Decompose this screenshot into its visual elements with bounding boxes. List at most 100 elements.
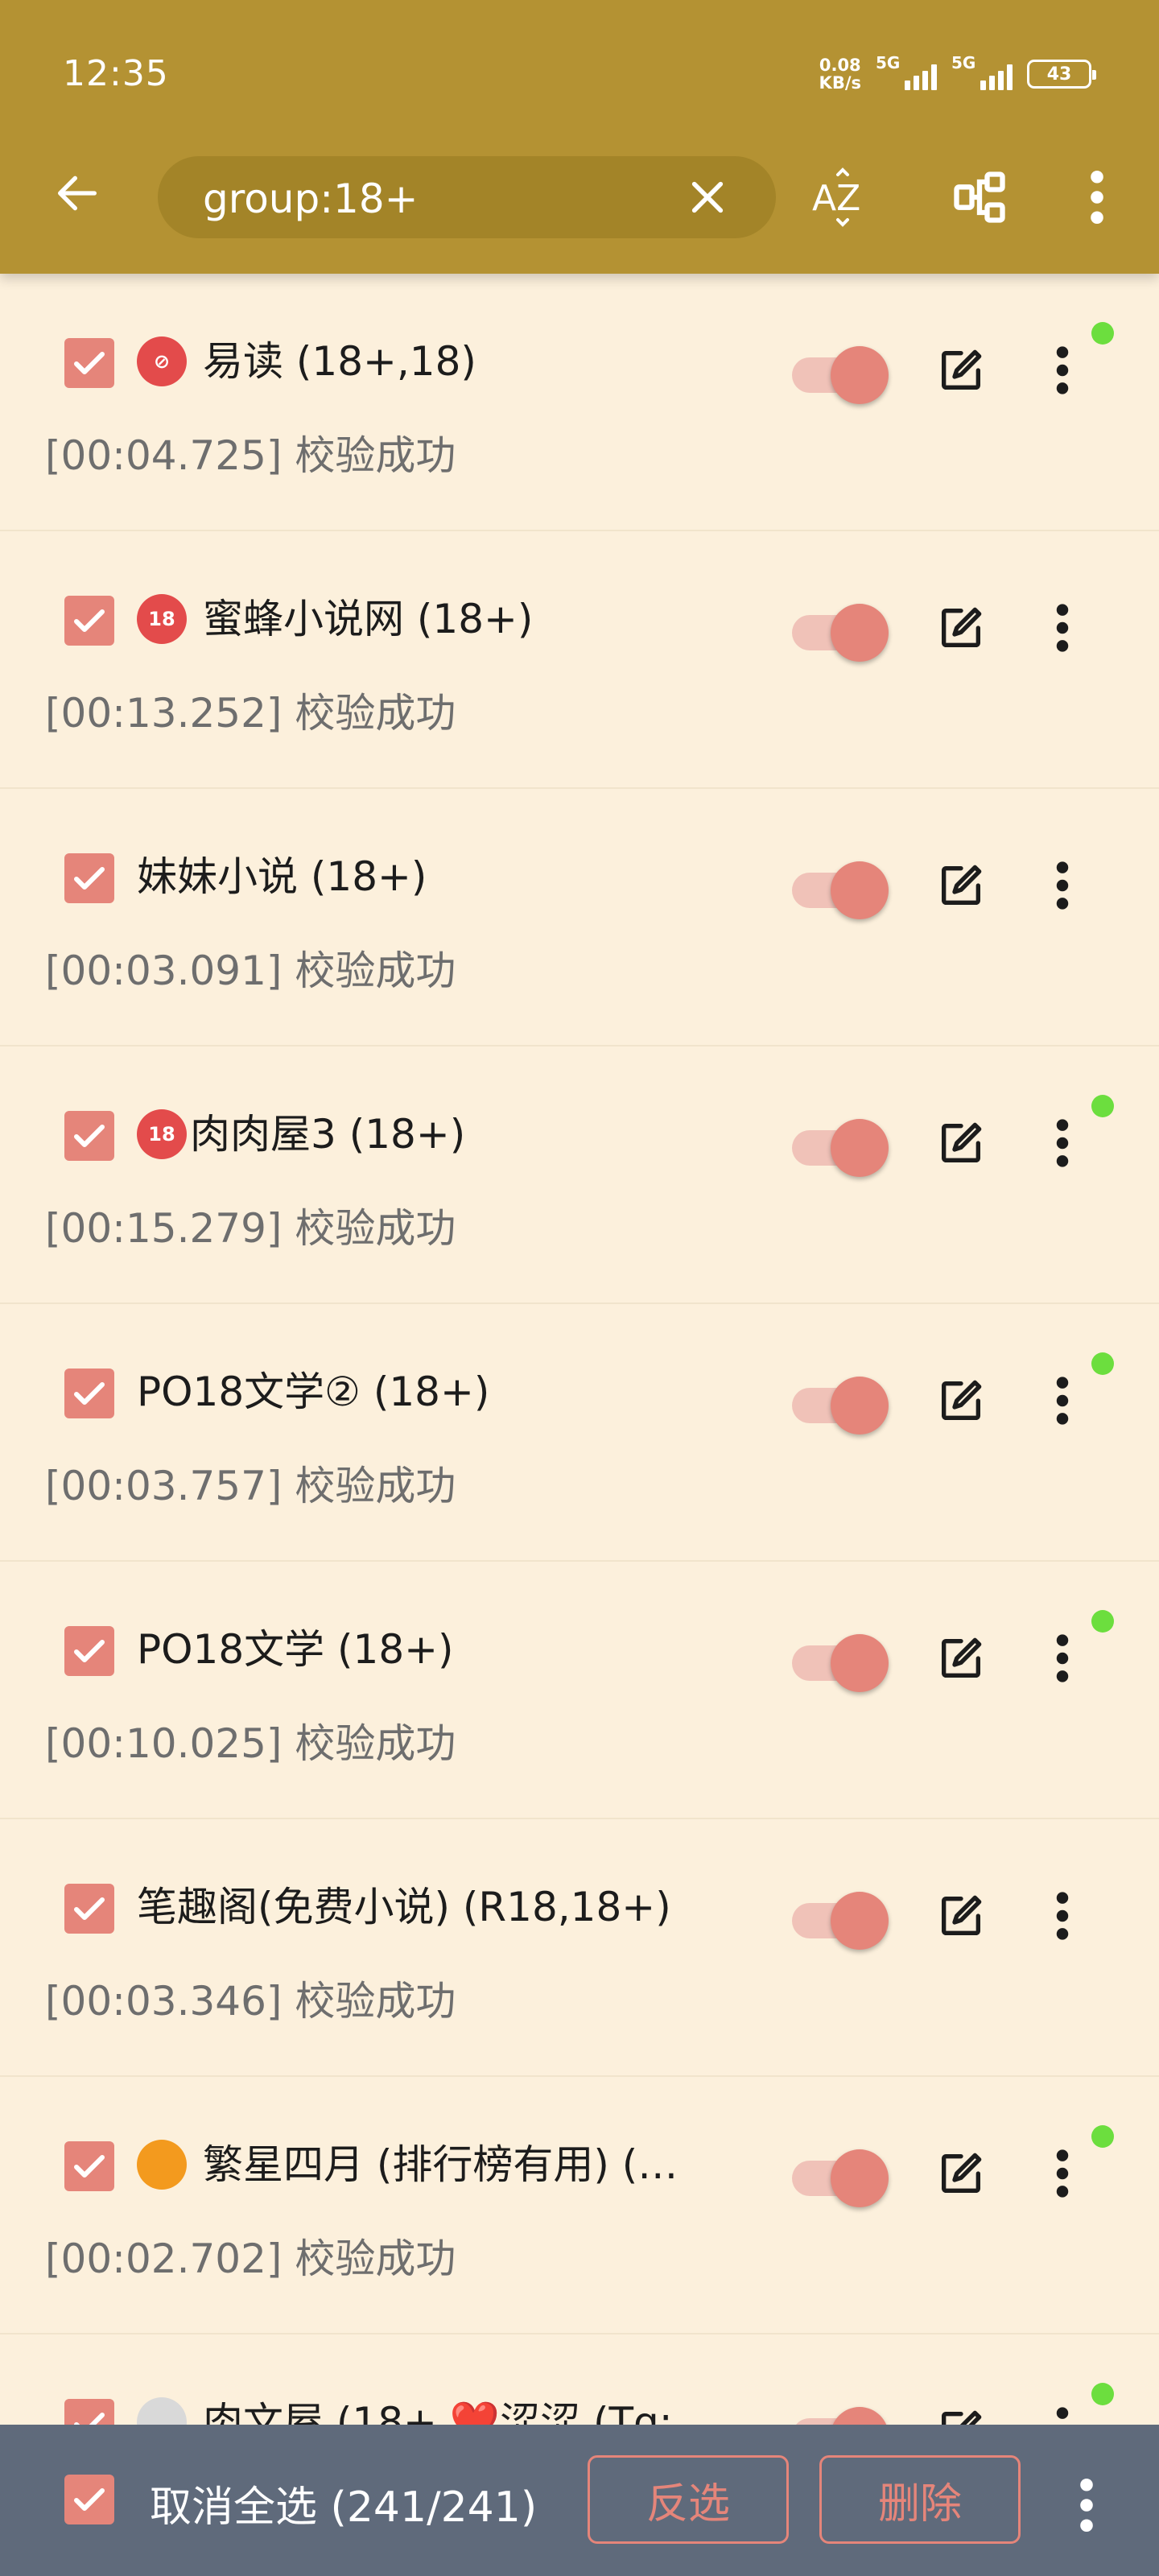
edit-source-button[interactable] xyxy=(930,855,992,916)
search-input[interactable]: group:18+ xyxy=(203,175,419,222)
source-row[interactable]: PO18文学 (18+) [00:10.025] 校验成功 xyxy=(0,1562,1159,1819)
source-name: 笔趣阁(免费小说) (R18,18+) xyxy=(137,1879,749,1935)
source-enable-switch[interactable] xyxy=(792,1116,889,1177)
source-list[interactable]: ⊘ 易读 (18+,18) [00:04.725] 校验成功 18 蜜蜂小说网 (1 xyxy=(0,274,1159,2425)
more-vert-icon xyxy=(1056,1892,1069,1940)
source-checkbox[interactable] xyxy=(64,2399,114,2425)
invert-selection-button[interactable]: 反选 xyxy=(588,2455,789,2544)
sort-az-icon: AZ xyxy=(812,167,860,227)
source-more-button[interactable] xyxy=(1038,2143,1087,2204)
source-more-button[interactable] xyxy=(1038,340,1087,401)
source-row[interactable]: PO18文学② (18+) [00:03.757] 校验成功 xyxy=(0,1304,1159,1562)
source-more-button[interactable] xyxy=(1038,1113,1087,1174)
check-icon xyxy=(74,2488,105,2511)
source-checkbox[interactable] xyxy=(64,1111,114,1161)
switch-thumb xyxy=(831,1377,889,1435)
select-all-checkbox[interactable] xyxy=(64,2475,114,2524)
source-check-result: [00:03.091] 校验成功 xyxy=(45,947,456,994)
source-row[interactable]: 妹妹小说 (18+) [00:03.091] 校验成功 xyxy=(0,789,1159,1046)
edit-source-button[interactable] xyxy=(930,1885,992,1946)
search-field[interactable]: group:18+ xyxy=(158,156,776,238)
more-vert-icon xyxy=(1056,604,1069,652)
bottom-more-button[interactable] xyxy=(1062,2475,1111,2536)
source-name-text: 肉肉屋3 (18+) xyxy=(190,1111,466,1158)
svg-text:AZ: AZ xyxy=(812,178,860,219)
source-more-button[interactable] xyxy=(1038,1885,1087,1946)
clear-search-button[interactable] xyxy=(681,171,734,224)
source-name: 妹妹小说 (18+) xyxy=(137,848,749,905)
update-indicator-dot xyxy=(1091,2383,1114,2405)
source-name: PO18文学② (18+) xyxy=(137,1364,749,1420)
edit-source-button[interactable] xyxy=(930,340,992,401)
edit-source-button[interactable] xyxy=(930,2401,992,2425)
source-enable-switch[interactable] xyxy=(792,1631,889,1692)
source-enable-switch[interactable] xyxy=(792,601,889,662)
edit-source-button[interactable] xyxy=(930,1113,992,1174)
source-name-text: 繁星四月 (排行榜有用) (… xyxy=(203,2141,678,2188)
more-vert-icon xyxy=(1056,1119,1069,1167)
source-enable-switch[interactable] xyxy=(792,2404,889,2425)
back-button[interactable] xyxy=(45,161,109,225)
update-indicator-dot xyxy=(1091,2125,1114,2148)
source-row[interactable]: ⊘ 易读 (18+,18) [00:04.725] 校验成功 xyxy=(0,274,1159,531)
select-all-label[interactable]: 取消全选 (241/241) xyxy=(150,2473,537,2533)
source-row[interactable]: 18 肉肉屋3 (18+) [00:15.279] 校验成功 xyxy=(0,1046,1159,1304)
check-icon xyxy=(74,1640,105,1662)
source-checkbox[interactable] xyxy=(64,1368,114,1418)
arrow-left-icon xyxy=(58,175,97,211)
source-more-button[interactable] xyxy=(1038,1628,1087,1689)
delete-button[interactable]: 删除 xyxy=(819,2455,1021,2544)
source-more-button[interactable] xyxy=(1038,855,1087,916)
source-checkbox[interactable] xyxy=(64,853,114,903)
source-checkbox[interactable] xyxy=(64,596,114,646)
more-vert-icon xyxy=(1056,1377,1069,1425)
source-row[interactable]: 繁星四月 (排行榜有用) (… [00:02.702] 校验成功 xyxy=(0,2077,1159,2334)
source-checkbox[interactable] xyxy=(64,1626,114,1676)
sort-button[interactable]: AZ xyxy=(806,161,879,233)
source-enable-switch[interactable] xyxy=(792,858,889,919)
source-more-button[interactable] xyxy=(1038,2401,1087,2425)
edit-source-button[interactable] xyxy=(930,2143,992,2204)
edit-source-button[interactable] xyxy=(930,1628,992,1689)
source-row[interactable]: 18 蜜蜂小说网 (18+) [00:13.252] 校验成功 xyxy=(0,531,1159,789)
overflow-menu-button[interactable] xyxy=(1061,161,1133,233)
source-enable-switch[interactable] xyxy=(792,1889,889,1950)
source-check-result: [00:15.279] 校验成功 xyxy=(45,1205,456,1252)
edit-icon xyxy=(942,2153,982,2193)
battery-icon: 43 xyxy=(1027,60,1096,89)
group-button[interactable] xyxy=(943,161,1016,233)
source-name-text: 笔趣阁(免费小说) (R18,18+) xyxy=(137,1884,671,1930)
no-smoking-icon: ⊘ xyxy=(137,336,187,386)
source-more-button[interactable] xyxy=(1038,597,1087,658)
source-row[interactable]: 肉文屋 (18+,❤️涩涩 (Tg: xyxy=(0,2334,1159,2425)
check-icon xyxy=(74,1125,105,1147)
source-checkbox[interactable] xyxy=(64,1884,114,1934)
more-vert-icon xyxy=(1056,861,1069,910)
edit-source-button[interactable] xyxy=(930,1370,992,1431)
source-enable-switch[interactable] xyxy=(792,343,889,404)
net-speed: 0.08 KB/s xyxy=(819,56,861,93)
status-time: 12:35 xyxy=(63,53,169,94)
source-check-result: [00:10.025] 校验成功 xyxy=(45,1720,456,1767)
edit-source-button[interactable] xyxy=(930,597,992,658)
check-icon xyxy=(74,867,105,890)
source-more-button[interactable] xyxy=(1038,1370,1087,1431)
source-row[interactable]: 笔趣阁(免费小说) (R18,18+) [00:03.346] 校验成功 xyxy=(0,1819,1159,2077)
source-name-text: 肉文屋 (18+,❤️涩涩 (Tg: xyxy=(203,2399,673,2425)
check-icon xyxy=(74,2413,105,2425)
source-enable-switch[interactable] xyxy=(792,1373,889,1435)
edit-icon xyxy=(942,1895,982,1935)
source-checkbox[interactable] xyxy=(64,2141,114,2191)
signal-2-icon: 5G xyxy=(951,53,1013,90)
source-name: 肉文屋 (18+,❤️涩涩 (Tg: xyxy=(137,2394,749,2425)
source-enable-switch[interactable] xyxy=(792,2146,889,2207)
adult-only-icon: 18 xyxy=(137,594,187,644)
app-bar: 12:35 0.08 KB/s 5G 5G 43 group:18+ AZ xyxy=(0,0,1159,274)
switch-thumb xyxy=(831,1634,889,1692)
update-indicator-dot xyxy=(1091,1352,1114,1375)
source-name: ⊘ 易读 (18+,18) xyxy=(137,333,749,390)
source-checkbox[interactable] xyxy=(64,338,114,388)
edit-icon xyxy=(942,607,982,647)
switch-thumb xyxy=(831,604,889,662)
edit-icon xyxy=(942,865,982,905)
